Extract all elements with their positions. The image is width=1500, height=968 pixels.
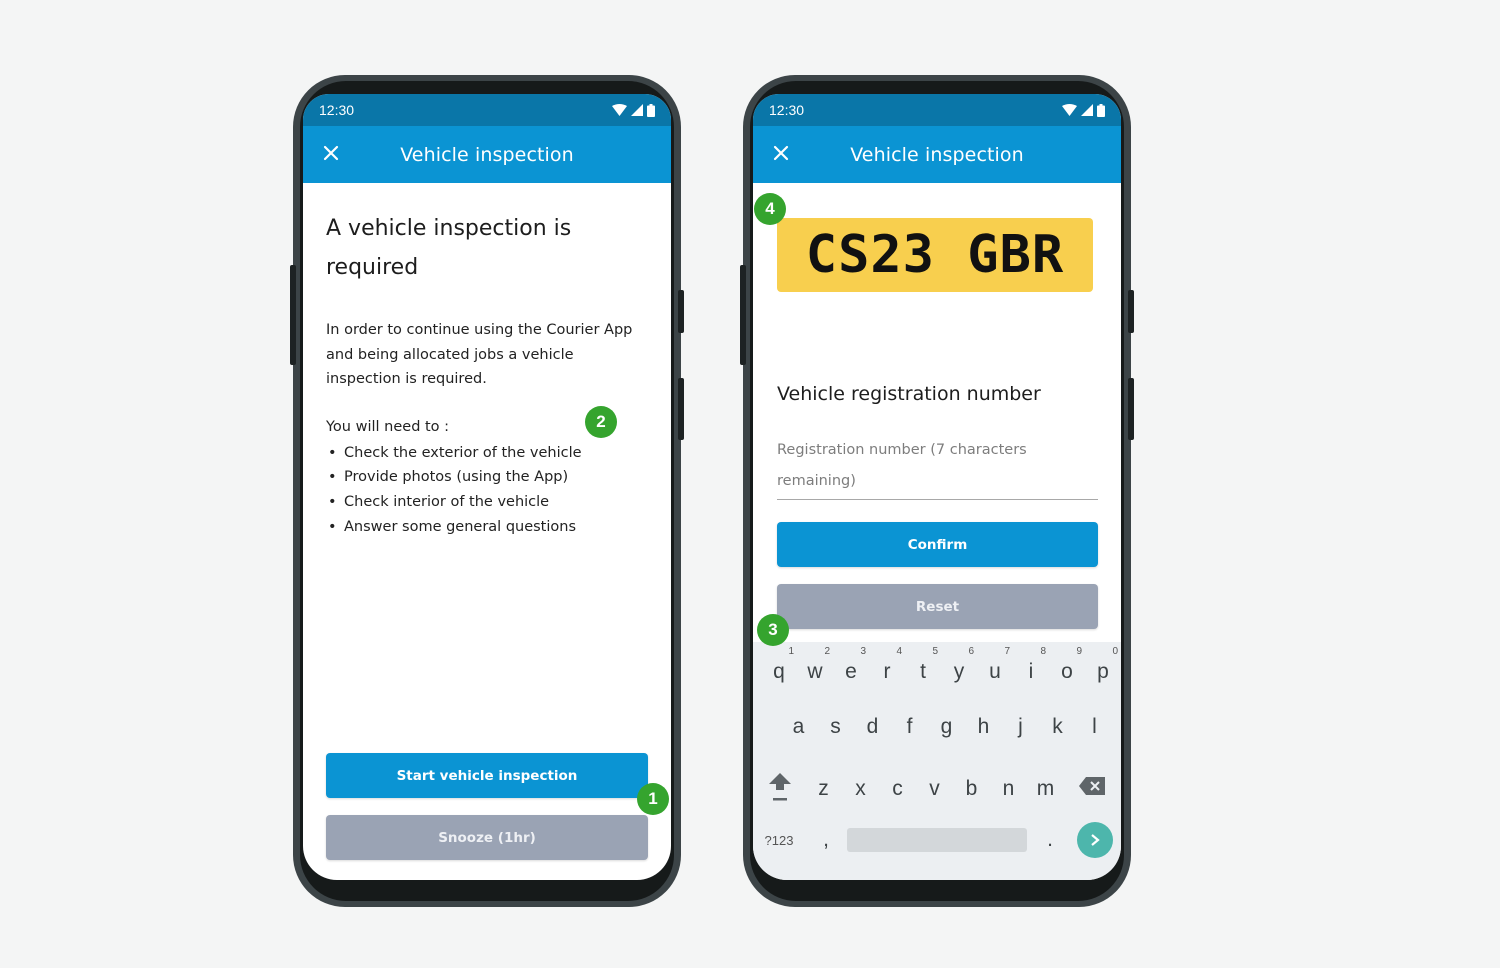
- key-n[interactable]: n: [990, 777, 1027, 801]
- status-time: 12:30: [769, 102, 805, 118]
- list-item: Check interior of the vehicle: [326, 490, 648, 515]
- screen-inspection-required: 12:30 Vehicle inspection A vehicle inspe…: [303, 94, 671, 880]
- backspace-key[interactable]: [1072, 777, 1112, 801]
- app-bar: Vehicle inspection: [753, 126, 1121, 183]
- key-label: o: [1061, 660, 1073, 683]
- key-hint: 9: [1076, 646, 1082, 657]
- app-bar-title: Vehicle inspection: [850, 143, 1024, 166]
- description-text: In order to continue using the Courier A…: [326, 322, 633, 387]
- registration-input[interactable]: Registration number (7 characters remain…: [777, 435, 1098, 500]
- app-bar-title: Vehicle inspection: [400, 143, 574, 166]
- key-w[interactable]: w2: [797, 646, 833, 684]
- key-q[interactable]: q1: [761, 646, 797, 684]
- reset-button[interactable]: Reset: [777, 584, 1098, 629]
- key-e[interactable]: e3: [833, 646, 869, 684]
- period-key[interactable]: .: [1027, 828, 1073, 852]
- key-hint: 5: [932, 646, 938, 657]
- key-label: y: [953, 660, 965, 683]
- key-f[interactable]: f: [891, 715, 928, 739]
- list-item: Answer some general questions: [326, 515, 648, 540]
- status-bar: 12:30: [303, 94, 671, 126]
- battery-icon: [1097, 103, 1105, 117]
- key-hint: 6: [968, 646, 974, 657]
- key-label: i: [1028, 660, 1034, 683]
- close-icon[interactable]: [769, 141, 793, 165]
- list-item: Check the exterior of the vehicle: [326, 441, 648, 466]
- key-p[interactable]: p0: [1085, 646, 1121, 684]
- key-label: w: [807, 660, 823, 683]
- start-inspection-button[interactable]: Start vehicle inspection: [326, 753, 648, 798]
- key-z[interactable]: z: [805, 777, 842, 801]
- enter-key[interactable]: [1077, 822, 1113, 858]
- chevron-right-icon: [1091, 834, 1100, 846]
- key-t[interactable]: t5: [905, 646, 941, 684]
- battery-icon: [647, 103, 655, 117]
- key-hint: 0: [1112, 646, 1118, 657]
- key-hint: 8: [1040, 646, 1046, 657]
- power-button: [678, 378, 684, 440]
- key-hint: 3: [860, 646, 866, 657]
- key-g[interactable]: g: [928, 715, 965, 739]
- snooze-button[interactable]: Snooze (1hr): [326, 815, 648, 860]
- key-h[interactable]: h: [965, 715, 1002, 739]
- license-plate: CS23 GBR: [777, 218, 1093, 292]
- key-hint: 7: [1004, 646, 1010, 657]
- side-button-left: [290, 265, 296, 365]
- key-label: t: [920, 660, 926, 683]
- comma-key[interactable]: ,: [805, 828, 847, 852]
- key-a[interactable]: a: [780, 715, 817, 739]
- key-hint: 4: [896, 646, 902, 657]
- key-i[interactable]: i8: [1013, 646, 1049, 684]
- symbols-key[interactable]: ?123: [753, 833, 805, 848]
- key-label: u: [989, 660, 1001, 683]
- key-d[interactable]: d: [854, 715, 891, 739]
- signal-icon: [631, 104, 643, 116]
- list-item: Provide photos (using the App): [326, 465, 648, 490]
- volume-up-button: [1128, 290, 1134, 333]
- key-label: e: [845, 660, 857, 683]
- key-y[interactable]: y6: [941, 646, 977, 684]
- key-r[interactable]: r4: [869, 646, 905, 684]
- key-u[interactable]: u7: [977, 646, 1013, 684]
- key-v[interactable]: v: [916, 777, 953, 801]
- close-icon[interactable]: [319, 141, 343, 165]
- page-heading: A vehicle inspection is required: [326, 216, 572, 280]
- annotation-badge-1: 1: [637, 783, 669, 815]
- key-b[interactable]: b: [953, 777, 990, 801]
- signal-icon: [1081, 104, 1093, 116]
- key-k[interactable]: k: [1039, 715, 1076, 739]
- annotation-badge-4: 4: [754, 193, 786, 225]
- side-button-left: [740, 265, 746, 365]
- confirm-button[interactable]: Confirm: [777, 522, 1098, 567]
- volume-up-button: [678, 290, 684, 333]
- status-bar: 12:30: [753, 94, 1121, 126]
- key-label: r: [883, 660, 891, 683]
- key-j[interactable]: j: [1002, 715, 1039, 739]
- shift-key[interactable]: [755, 770, 805, 808]
- on-screen-keyboard: q1w2e3r4t5y6u7i8o9p0 asdfghjkl zxcvbnm ?…: [753, 642, 1121, 880]
- key-o[interactable]: o9: [1049, 646, 1085, 684]
- registration-label: Vehicle registration number: [777, 383, 1041, 405]
- space-bar[interactable]: [847, 828, 1027, 852]
- screen-registration: 12:30 Vehicle inspection CS23 GBR Vehicl…: [753, 94, 1121, 880]
- key-s[interactable]: s: [817, 715, 854, 739]
- key-m[interactable]: m: [1027, 777, 1064, 801]
- key-l[interactable]: l: [1076, 715, 1113, 739]
- wifi-icon: [612, 104, 627, 116]
- key-hint: 2: [824, 646, 830, 657]
- wifi-icon: [1062, 104, 1077, 116]
- app-bar: Vehicle inspection: [303, 126, 671, 183]
- key-c[interactable]: c: [879, 777, 916, 801]
- key-label: p: [1097, 660, 1109, 683]
- key-hint: 1: [788, 646, 794, 657]
- annotation-badge-2: 2: [585, 406, 617, 438]
- phone-frame-left: 12:30 Vehicle inspection A vehicle inspe…: [290, 75, 684, 907]
- key-label: q: [773, 660, 785, 683]
- key-x[interactable]: x: [842, 777, 879, 801]
- annotation-badge-3: 3: [757, 614, 789, 646]
- power-button: [1128, 378, 1134, 440]
- requirements-list: Check the exterior of the vehicle Provid…: [326, 441, 648, 540]
- status-time: 12:30: [319, 102, 355, 118]
- phone-frame-right: 12:30 Vehicle inspection CS23 GBR Vehicl…: [740, 75, 1134, 907]
